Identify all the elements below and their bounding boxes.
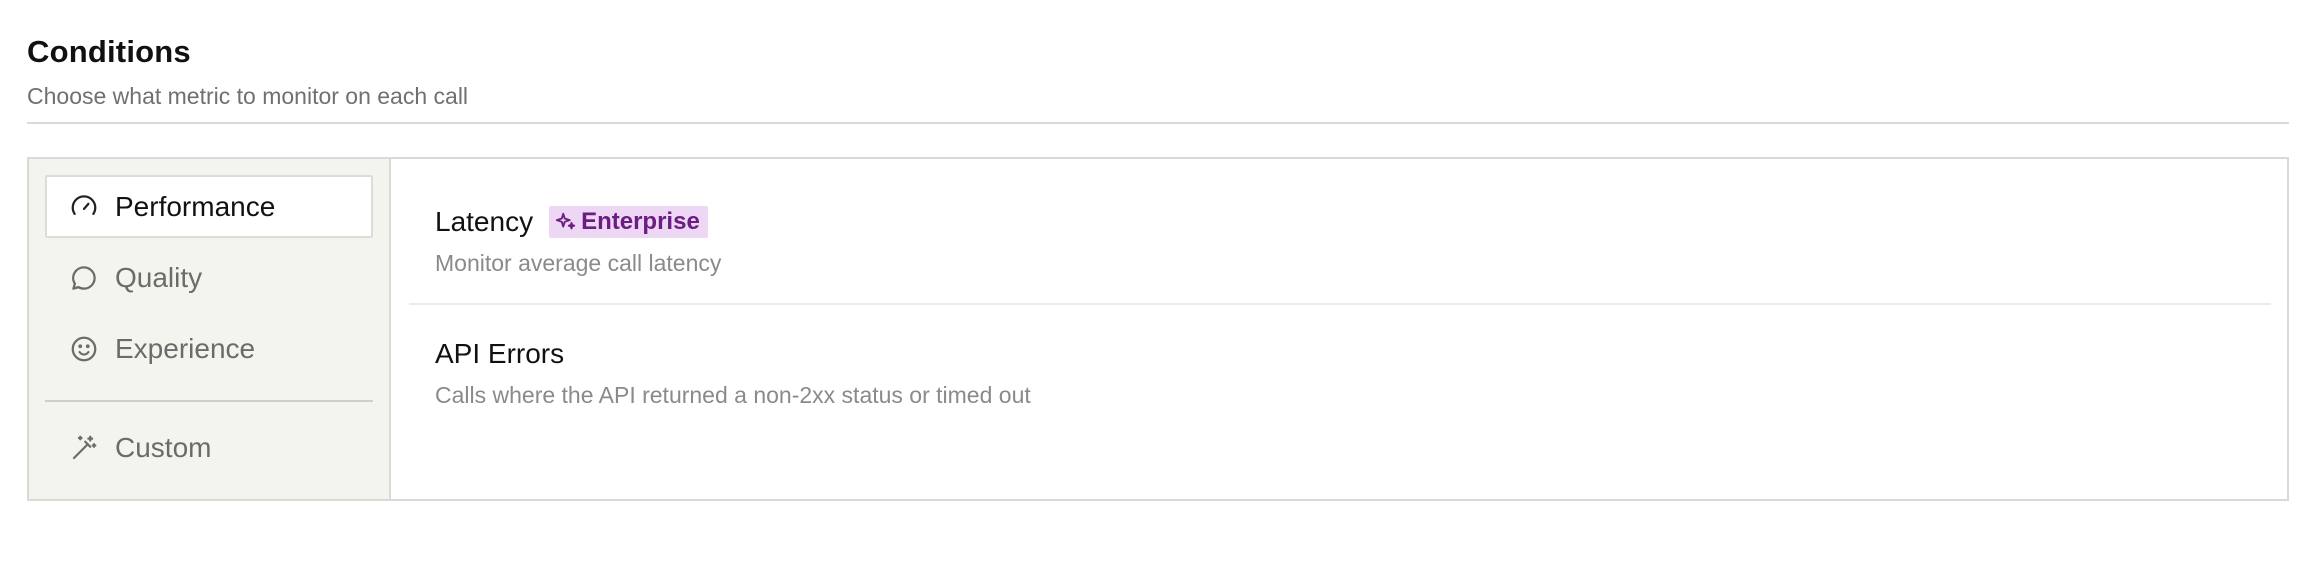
smiley-icon (69, 334, 99, 364)
sidebar-item-experience[interactable]: Experience (45, 317, 373, 380)
badge-label: Enterprise (581, 208, 700, 235)
section-header: Conditions Choose what metric to monitor… (27, 32, 2289, 112)
sidebar-item-performance[interactable]: Performance (45, 175, 373, 238)
category-sidebar: Performance Quality Experience Custom (29, 159, 391, 499)
sidebar-item-label: Experience (115, 332, 256, 364)
condition-description: Calls where the API returned a non-2xx s… (435, 382, 1031, 408)
condition-description: Monitor average call latency (435, 250, 722, 276)
condition-title: Latency (435, 206, 534, 237)
magic-wand-icon (69, 433, 99, 463)
row-divider (409, 303, 2271, 305)
section-title: Conditions (27, 34, 191, 69)
header-divider (27, 122, 2289, 124)
sidebar-item-custom[interactable]: Custom (45, 416, 373, 479)
sidebar-item-label: Performance (115, 190, 276, 222)
condition-option-api-errors[interactable]: API Errors Calls where the API returned … (409, 336, 2271, 410)
sidebar-item-label: Quality (115, 261, 203, 293)
sidebar-divider (45, 400, 373, 402)
condition-title: API Errors (435, 338, 565, 369)
section-subtitle: Choose what metric to monitor on each ca… (27, 83, 469, 109)
sidebar-item-label: Custom (115, 431, 212, 463)
condition-option-latency[interactable]: Latency Enterprise Monitor average call … (409, 204, 2271, 278)
sidebar-item-quality[interactable]: Quality (45, 246, 373, 309)
chat-bubble-icon (69, 263, 99, 293)
gauge-icon (69, 192, 99, 222)
conditions-section: Conditions Choose what metric to monitor… (27, 0, 2289, 562)
conditions-list: Latency Enterprise Monitor average call … (393, 159, 2287, 499)
conditions-panel: Performance Quality Experience Custom La… (27, 157, 2289, 501)
sparkle-icon (555, 211, 577, 233)
enterprise-badge: Enterprise (549, 206, 708, 238)
